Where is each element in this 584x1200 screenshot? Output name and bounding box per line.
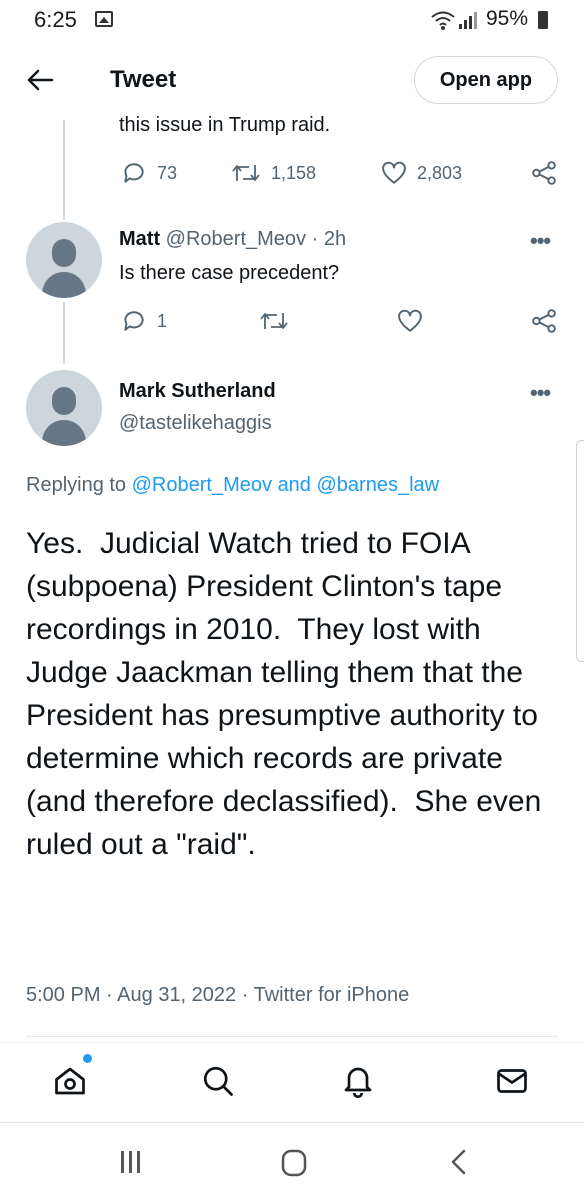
retweet-button[interactable]	[259, 308, 289, 334]
like-button[interactable]: 2,803	[381, 160, 462, 186]
retweet-icon	[260, 313, 288, 329]
replying-and[interactable]: and	[278, 474, 311, 496]
reply-button[interactable]: 1	[121, 308, 167, 334]
back-nav-icon[interactable]	[444, 1147, 474, 1177]
main-author-name[interactable]: Mark Sutherland	[119, 380, 276, 403]
tweet-time: 5:00 PM	[26, 984, 101, 1006]
more-icon[interactable]: •••	[530, 380, 551, 406]
share-button[interactable]	[531, 308, 557, 334]
system-nav-bar	[0, 1122, 584, 1200]
mention-link[interactable]: @barnes_law	[317, 474, 440, 496]
like-count: 2,803	[417, 162, 463, 183]
main-author-handle[interactable]: @tastelikehaggis	[119, 412, 272, 435]
share-icon	[532, 309, 556, 333]
reply-icon	[124, 311, 144, 331]
heart-icon	[382, 161, 406, 184]
top-header: Tweet Open app	[0, 42, 584, 120]
home-button-icon[interactable]	[278, 1147, 310, 1179]
retweet-button[interactable]: 1,158	[231, 160, 316, 186]
tweet-date: Aug 31, 2022	[117, 984, 237, 1006]
separator-dot: ·	[311, 228, 319, 250]
signal-icon	[459, 12, 477, 29]
divider	[26, 1036, 558, 1037]
notifications-icon[interactable]	[340, 1063, 376, 1099]
search-icon[interactable]	[200, 1063, 236, 1099]
gallery-icon	[95, 11, 113, 27]
share-icon	[532, 161, 556, 185]
scroll-handle[interactable]	[576, 440, 584, 662]
previous-tweet-actions: 73 1,158 2,803	[119, 160, 559, 190]
mention-link[interactable]: @Robert_Meov	[132, 474, 272, 496]
reply-author-line: Matt @Robert_Meov · 2h	[119, 228, 346, 251]
open-app-button[interactable]: Open app	[414, 56, 558, 104]
heart-icon	[398, 309, 422, 332]
wifi-icon	[431, 11, 455, 30]
status-time: 6:25	[34, 7, 77, 32]
messages-icon[interactable]	[494, 1063, 530, 1099]
thread-line	[63, 120, 65, 220]
like-button[interactable]	[397, 308, 423, 334]
tweet-time: 2h	[323, 228, 347, 250]
reply-text: Is there case precedent?	[119, 262, 340, 284]
avatar[interactable]	[26, 222, 102, 298]
home-icon[interactable]	[52, 1063, 88, 1099]
author-name[interactable]: Matt	[119, 228, 160, 250]
reply-button[interactable]: 73	[121, 160, 177, 186]
reply-count: 73	[157, 162, 178, 183]
replying-to: Replying to @Robert_Meov and @barnes_law	[26, 474, 440, 496]
battery-icon	[538, 11, 548, 29]
main-tweet-text: Yes. Judicial Watch tried to FOIA (subpo…	[26, 527, 550, 861]
retweet-count: 1,158	[271, 162, 317, 183]
avatar[interactable]	[26, 370, 102, 446]
thread-line	[63, 302, 65, 364]
battery-percent: 95%	[486, 7, 529, 30]
retweet-icon	[232, 165, 260, 181]
tweet-meta: 5:00 PM · Aug 31, 2022 · Twitter for iPh…	[26, 984, 410, 1006]
reply-icon	[124, 163, 144, 183]
reply-tweet-actions: 1	[119, 308, 559, 338]
recent-apps-icon[interactable]	[116, 1147, 146, 1177]
share-button[interactable]	[531, 160, 557, 186]
arrow-left-icon[interactable]	[26, 68, 54, 92]
previous-tweet-text: this issue in Trump raid.	[119, 114, 331, 136]
tweet-source: Twitter for iPhone	[253, 984, 410, 1006]
status-bar: 6:25 95%	[0, 0, 584, 42]
author-handle[interactable]: @Robert_Meov	[166, 228, 306, 250]
page-title: Tweet	[110, 66, 177, 93]
more-icon[interactable]: •••	[530, 228, 551, 254]
reply-count: 1	[157, 310, 168, 331]
notification-dot	[83, 1054, 92, 1063]
